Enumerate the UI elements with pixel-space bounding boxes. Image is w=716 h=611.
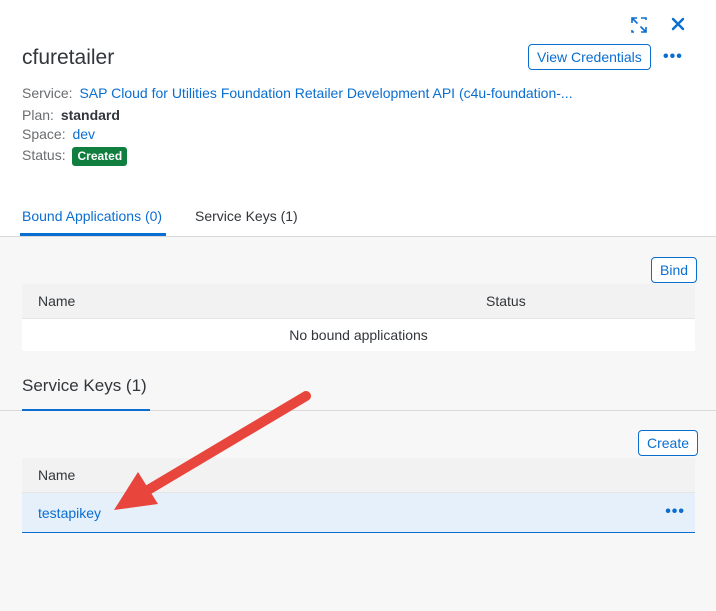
- row-more-options-icon[interactable]: •••: [665, 504, 685, 520]
- plan-value: standard: [60, 107, 120, 123]
- tab-service-keys[interactable]: Service Keys (1): [195, 208, 298, 224]
- service-link[interactable]: SAP Cloud for Utilities Foundation Retai…: [79, 85, 572, 101]
- create-button[interactable]: Create: [638, 430, 699, 456]
- service-key-link[interactable]: testapikey: [38, 505, 101, 521]
- table-row[interactable]: testapikey •••: [22, 493, 695, 533]
- view-credentials-button[interactable]: View Credentials: [528, 44, 651, 70]
- plan-field: Plan: standard: [22, 107, 120, 123]
- more-options-icon[interactable]: •••: [663, 49, 683, 65]
- status-field: Status: Created: [22, 147, 128, 166]
- service-label: Service:: [22, 85, 73, 101]
- expand-icon[interactable]: [630, 16, 648, 39]
- space-link[interactable]: dev: [72, 126, 95, 142]
- close-icon[interactable]: [671, 17, 685, 36]
- section-title-underline: [22, 409, 150, 411]
- column-header-name: Name: [38, 467, 76, 483]
- bind-button[interactable]: Bind: [651, 257, 698, 283]
- space-label: Space:: [22, 126, 66, 142]
- service-keys-section-title: Service Keys (1): [22, 376, 147, 395]
- plan-label: Plan:: [22, 107, 54, 123]
- status-badge: Created: [72, 147, 128, 166]
- service-keys-table-header: Name: [22, 458, 695, 493]
- bound-apps-table-header: Name Status: [22, 284, 695, 319]
- status-label: Status:: [22, 147, 66, 163]
- active-tab-indicator: [20, 233, 166, 236]
- page-title: cfuretailer: [22, 46, 115, 69]
- column-header-status: Status: [486, 293, 526, 309]
- bound-apps-empty-row: No bound applications: [22, 319, 695, 351]
- space-field: Space: dev: [22, 126, 95, 142]
- tab-bound-applications[interactable]: Bound Applications (0): [22, 208, 162, 224]
- panel-header: cfuretailer View Credentials ••• Service…: [0, 0, 716, 237]
- service-field: Service: SAP Cloud for Utilities Foundat…: [22, 85, 573, 101]
- column-header-name: Name: [38, 293, 76, 309]
